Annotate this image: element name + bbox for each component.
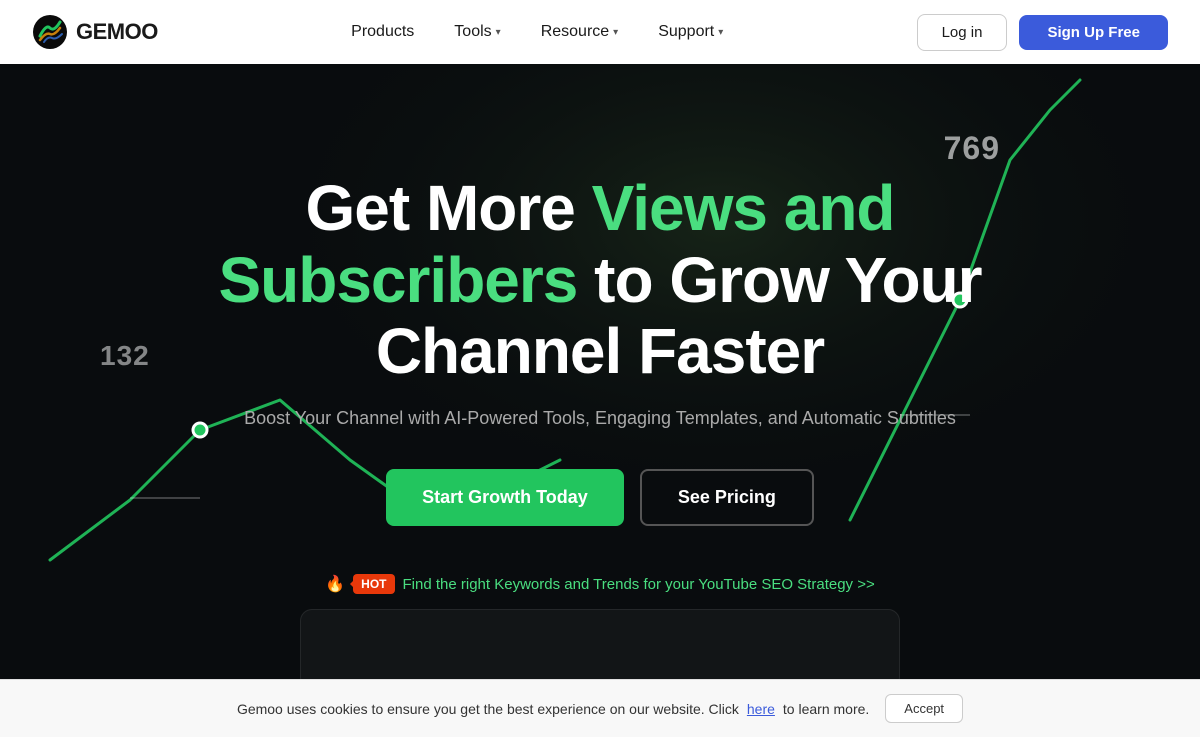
nav-products[interactable]: Products [335,15,430,49]
hero-subtitle: Boost Your Channel with AI-Powered Tools… [174,408,1026,429]
bottom-preview-section [300,609,900,689]
cookie-accept-button[interactable]: Accept [885,694,963,723]
logo[interactable]: GEMOO [32,14,158,50]
graph-stat-132: 132 [100,340,150,372]
cookie-link[interactable]: here [747,701,775,717]
flame-icon: 🔥 [325,574,345,594]
seo-strategy-link[interactable]: Find the right Keywords and Trends for y… [403,576,875,593]
resource-chevron-icon: ▾ [613,27,618,38]
hero-title-part1: Get More [306,172,592,244]
hero-content: Get More Views and Subscribers to Grow Y… [150,173,1050,594]
tools-chevron-icon: ▾ [496,27,501,38]
nav-resource[interactable]: Resource ▾ [525,15,635,49]
start-growth-button[interactable]: Start Growth Today [386,469,624,526]
support-chevron-icon: ▾ [718,27,723,38]
login-button[interactable]: Log in [917,14,1008,51]
see-pricing-button[interactable]: See Pricing [640,469,814,526]
nav-actions: Log in Sign Up Free [917,14,1168,51]
hero-section: 769 132 Get More Views and Subscribers t… [0,0,1200,737]
navbar: GEMOO Products Tools ▾ Resource ▾ Suppor… [0,0,1200,64]
graph-stat-769: 769 [944,130,1000,167]
nav-support[interactable]: Support ▾ [642,15,739,49]
cookie-banner: Gemoo uses cookies to ensure you get the… [0,679,1200,737]
hero-hot-row: 🔥 HOT Find the right Keywords and Trends… [174,574,1026,594]
signup-button[interactable]: Sign Up Free [1019,15,1168,50]
logo-text: GEMOO [76,19,158,45]
hero-buttons: Start Growth Today See Pricing [174,469,1026,526]
nav-links: Products Tools ▾ Resource ▾ Support ▾ [335,15,739,49]
cookie-text: Gemoo uses cookies to ensure you get the… [237,701,739,717]
hero-title: Get More Views and Subscribers to Grow Y… [174,173,1026,388]
hot-badge: HOT [353,574,394,594]
nav-tools[interactable]: Tools ▾ [438,15,516,49]
cookie-text2: to learn more. [783,701,869,717]
